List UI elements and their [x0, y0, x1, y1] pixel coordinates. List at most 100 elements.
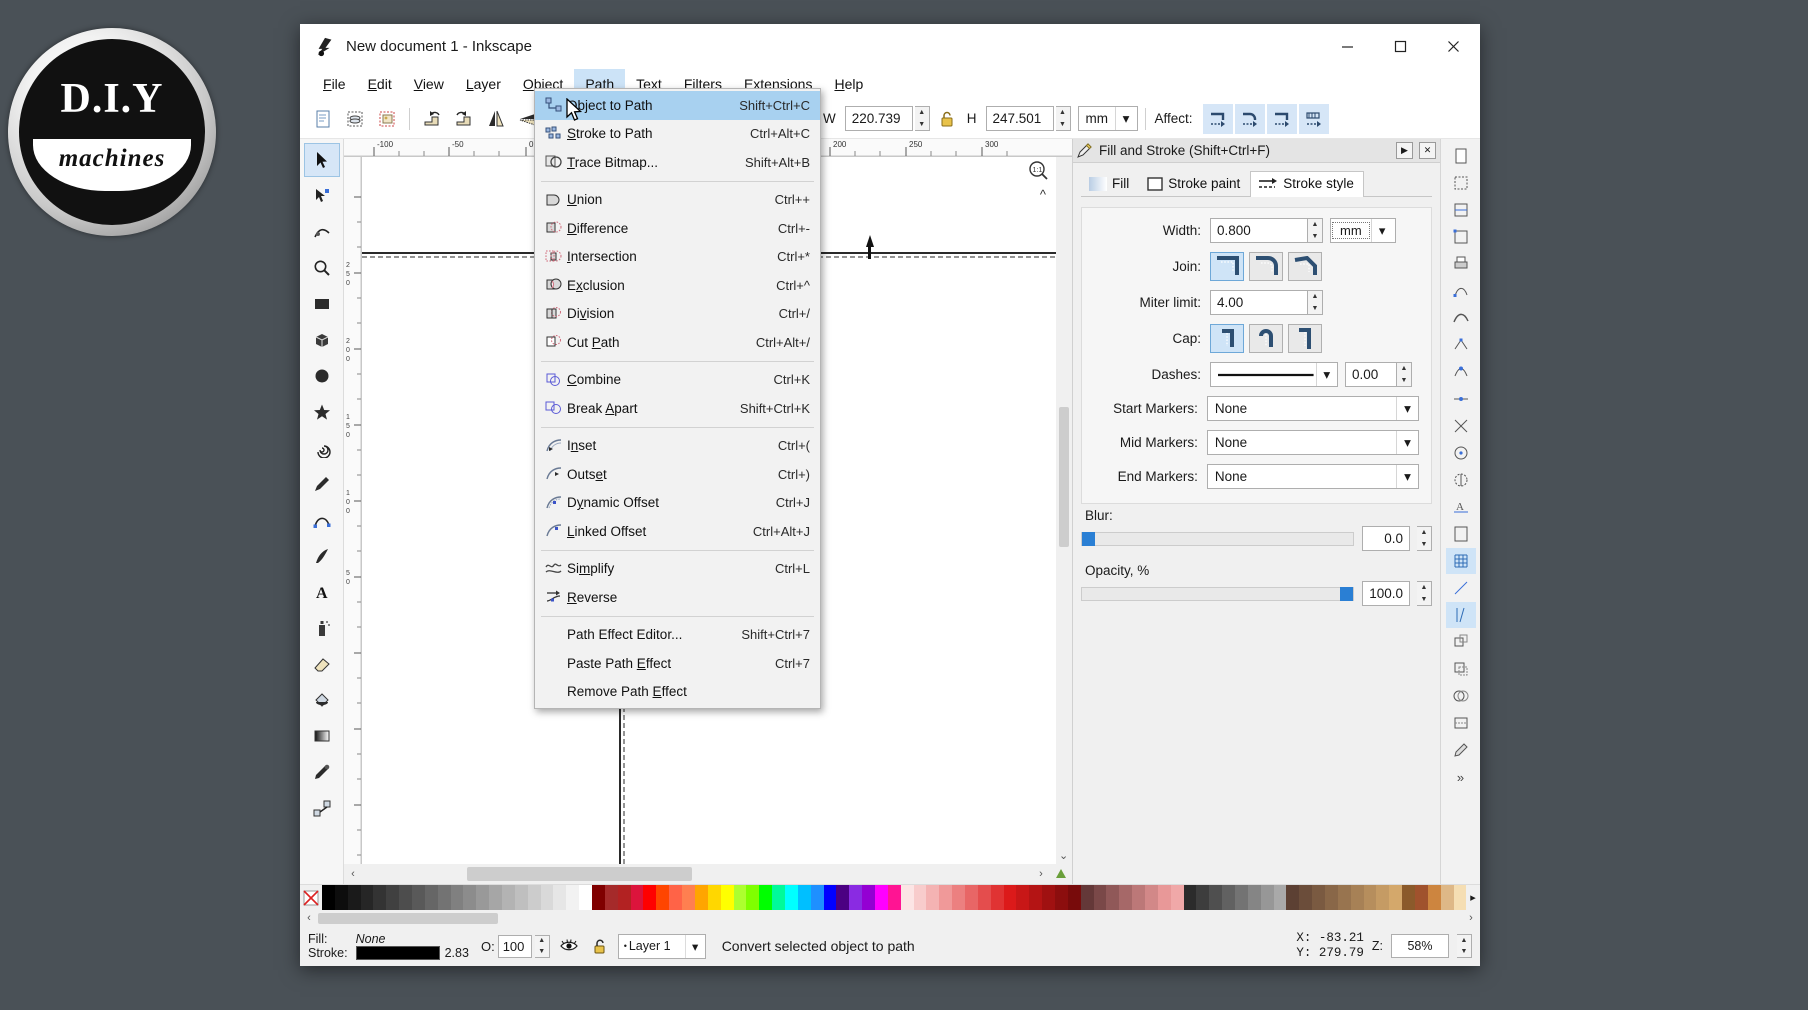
- affect-gradients-button[interactable]: [1266, 103, 1297, 134]
- palette-swatch[interactable]: [952, 885, 965, 910]
- palette-swatch[interactable]: [1145, 885, 1158, 910]
- tool-3dbox[interactable]: [304, 323, 340, 357]
- tool-tweak[interactable]: [304, 215, 340, 249]
- palette-swatch[interactable]: [514, 885, 528, 910]
- path-menu-item-path-effect-editor[interactable]: Path Effect Editor... Shift+Ctrl+7: [535, 621, 820, 650]
- palette-swatch[interactable]: [1093, 885, 1107, 910]
- tool-spray[interactable]: [304, 611, 340, 645]
- snap-intersection-button[interactable]: [1446, 413, 1476, 439]
- path-menu-dropdown[interactable]: Object to Path Shift+Ctrl+C Stroke to Path…: [534, 88, 821, 709]
- palette-swatch[interactable]: [1157, 885, 1171, 910]
- snap-cusp-button[interactable]: [1446, 332, 1476, 358]
- snap-mask-button[interactable]: [1446, 683, 1476, 709]
- layer-select[interactable]: • Layer 1 ▾: [617, 933, 706, 959]
- palette-swatch[interactable]: [874, 885, 888, 910]
- palette-swatch[interactable]: [489, 885, 503, 910]
- snap-object-button[interactable]: [1446, 629, 1476, 655]
- menu-edit[interactable]: Edit: [357, 69, 403, 99]
- snap-page-button[interactable]: [1446, 143, 1476, 169]
- scroll-left-arrow[interactable]: ‹: [344, 868, 362, 880]
- snap-guide-lines-button[interactable]: [1445, 602, 1476, 628]
- tool-bucket[interactable]: [304, 683, 340, 717]
- palette-swatch[interactable]: [540, 885, 554, 910]
- stroke-width-input[interactable]: 0.800: [1210, 218, 1308, 243]
- path-menu-item-trace-bitmap[interactable]: Trace Bitmap... Shift+Alt+B: [535, 148, 820, 177]
- path-menu-item-exclusion[interactable]: Exclusion Ctrl+^: [535, 271, 820, 300]
- tool-rectangle[interactable]: [304, 287, 340, 321]
- height-stepper[interactable]: ▲ ▼: [1055, 106, 1071, 131]
- palette-swatch[interactable]: [553, 885, 567, 910]
- stroke-color-swatch[interactable]: [355, 946, 440, 961]
- tool-star[interactable]: [304, 395, 340, 429]
- palette-swatch[interactable]: [836, 885, 850, 910]
- snap-center-button[interactable]: [1446, 440, 1476, 466]
- miter-limit-stepper[interactable]: ▲ ▼: [1308, 290, 1323, 315]
- snap-print-button[interactable]: [1446, 251, 1476, 277]
- palette-swatch[interactable]: [592, 885, 605, 910]
- tab-fill[interactable]: Fill: [1081, 171, 1139, 196]
- palette-swatch[interactable]: [1016, 885, 1030, 910]
- path-menu-item-outset[interactable]: Outset Ctrl+): [535, 460, 820, 489]
- maximize-button[interactable]: [1374, 24, 1427, 69]
- zoom-stepper[interactable]: ▲ ▼: [1457, 934, 1472, 958]
- palette-swatch[interactable]: [977, 885, 991, 910]
- palette-swatch[interactable]: [1235, 885, 1248, 910]
- palette-swatch[interactable]: [1106, 885, 1120, 910]
- menu-view[interactable]: View: [403, 69, 455, 99]
- mid-markers-select[interactable]: None ▾: [1206, 430, 1419, 455]
- path-menu-item-object-to-path[interactable]: Object to Path Shift+Ctrl+C: [535, 91, 820, 120]
- tab-stroke-style[interactable]: Stroke style: [1250, 171, 1364, 197]
- path-menu-item-stroke-to-path[interactable]: Stroke to Path Ctrl+Alt+C: [535, 120, 820, 149]
- flip-horizontal-button[interactable]: [481, 104, 511, 134]
- palette-swatch[interactable]: [527, 885, 541, 910]
- dash-offset-input[interactable]: 0.00: [1345, 362, 1397, 387]
- opacity-slider-knob[interactable]: [1340, 586, 1353, 601]
- tool-connector[interactable]: [304, 791, 340, 825]
- tool-calligraphy[interactable]: [304, 539, 340, 573]
- rotate-cw-button[interactable]: [449, 104, 479, 134]
- snap-bbox-corner-button[interactable]: [1446, 224, 1476, 250]
- affect-patterns-button[interactable]: [1298, 103, 1329, 134]
- palette-swatch[interactable]: [1054, 885, 1068, 910]
- palette-swatch[interactable]: [810, 885, 824, 910]
- palette-swatch[interactable]: [1350, 885, 1364, 910]
- palette-swatch[interactable]: [502, 885, 515, 910]
- status-scroll-right[interactable]: ›: [1462, 912, 1480, 924]
- palette-swatch[interactable]: [1325, 885, 1338, 910]
- palette-swatch[interactable]: [964, 885, 978, 910]
- palette-swatch[interactable]: [412, 885, 425, 910]
- snap-guide-button[interactable]: [1446, 575, 1476, 601]
- palette-swatch[interactable]: [437, 885, 451, 910]
- join-round-button[interactable]: [1249, 252, 1283, 281]
- palette-swatch[interactable]: [643, 885, 657, 910]
- palette-swatch[interactable]: [849, 885, 863, 910]
- blur-stepper[interactable]: ▲ ▼: [1417, 526, 1432, 551]
- snap-node-button[interactable]: [1446, 278, 1476, 304]
- palette-swatch[interactable]: [1402, 885, 1416, 910]
- layer-visibility-toggle[interactable]: [556, 938, 582, 954]
- path-menu-item-intersection[interactable]: Intersection Ctrl+*: [535, 243, 820, 272]
- vertical-scrollbar[interactable]: ⌄: [1056, 157, 1072, 864]
- palette-swatch[interactable]: [1453, 885, 1467, 910]
- palette-swatch[interactable]: [1183, 885, 1197, 910]
- status-scroll-thumb[interactable]: [318, 912, 498, 924]
- palette-swatch[interactable]: [1337, 885, 1351, 910]
- opacity-slider[interactable]: [1081, 586, 1354, 601]
- opacity-input[interactable]: 100: [497, 934, 532, 958]
- snap-rotation-center-button[interactable]: [1446, 467, 1476, 493]
- palette-swatch[interactable]: [733, 885, 747, 910]
- palette-swatch[interactable]: [1067, 885, 1081, 910]
- palette-swatch[interactable]: [399, 885, 413, 910]
- palette-scroll-right[interactable]: ▸: [1466, 885, 1480, 910]
- snap-smooth-button[interactable]: [1446, 359, 1476, 385]
- palette-swatch[interactable]: [463, 885, 477, 910]
- tool-zoom[interactable]: [304, 251, 340, 285]
- palette-swatch[interactable]: [1029, 885, 1043, 910]
- palette-swatch[interactable]: [707, 885, 721, 910]
- palette-swatch[interactable]: [720, 885, 734, 910]
- tool-dropper[interactable]: [304, 755, 340, 789]
- horizontal-scroll-thumb[interactable]: [467, 867, 692, 881]
- zoom-1to1-button[interactable]: 1:1: [1026, 159, 1050, 186]
- minimize-button[interactable]: [1321, 24, 1374, 69]
- miter-limit-input[interactable]: 4.00: [1210, 290, 1308, 315]
